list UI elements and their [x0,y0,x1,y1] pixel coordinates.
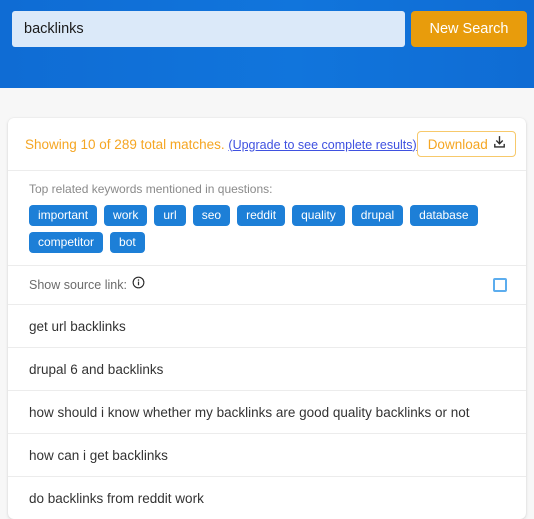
results-card: Showing 10 of 289 total matches. (Upgrad… [8,118,526,519]
related-keywords-label: Top related keywords mentioned in questi… [29,182,273,196]
related-keywords-block: Top related keywords mentioned in questi… [8,171,526,265]
list-item[interactable]: drupal 6 and backlinks [8,347,526,390]
show-source-link-label: Show source link: [29,278,127,292]
search-header: New Search [0,0,534,88]
keyword-tag[interactable]: work [104,205,148,226]
show-source-link-left: Show source link: [29,276,145,294]
keyword-tag[interactable]: seo [192,205,231,226]
show-source-link-checkbox[interactable] [493,278,507,292]
search-input[interactable] [12,11,405,47]
keyword-tag[interactable]: drupal [351,205,404,226]
show-source-link-row: Show source link: [8,266,526,304]
keyword-tag[interactable]: important [29,205,98,226]
keyword-tag-list: important work url seo reddit quality dr… [29,205,512,253]
keyword-tag[interactable]: quality [292,205,345,226]
list-item[interactable]: get url backlinks [8,304,526,347]
list-item[interactable]: how can i get backlinks [8,433,526,476]
download-button-label: Download [427,136,488,152]
new-search-button[interactable]: New Search [411,11,527,47]
summary-count-text: Showing 10 of 289 total matches. [25,136,225,152]
keyword-tag[interactable]: database [410,205,478,226]
keyword-tag[interactable]: reddit [237,205,286,226]
list-item[interactable]: how should i know whether my backlinks a… [8,390,526,433]
keyword-tag[interactable]: url [154,205,186,226]
info-circle-icon[interactable] [132,276,145,294]
download-button[interactable]: Download [416,131,516,157]
summary-row: Showing 10 of 289 total matches. (Upgrad… [8,118,526,170]
download-icon [493,136,506,152]
keyword-tag[interactable]: competitor [29,232,104,253]
keyword-tag[interactable]: bot [110,232,145,253]
list-item[interactable]: do backlinks from reddit work [8,476,526,519]
results-summary: Showing 10 of 289 total matches. (Upgrad… [25,137,417,152]
upgrade-link[interactable]: (Upgrade to see complete results) [228,138,416,152]
